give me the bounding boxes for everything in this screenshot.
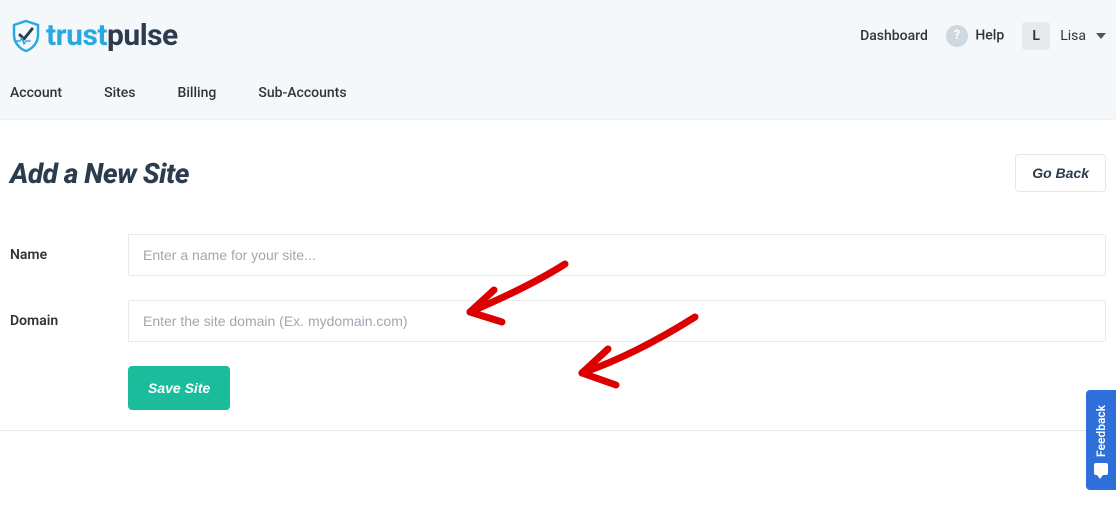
chevron-down-icon [1096, 33, 1106, 39]
dashboard-link[interactable]: Dashboard [860, 28, 928, 44]
help-icon: ? [946, 25, 968, 47]
go-back-button[interactable]: Go Back [1015, 154, 1106, 192]
shield-check-icon [10, 19, 42, 53]
domain-label: Domain [10, 313, 128, 329]
brand-name-part1: trust [46, 18, 107, 53]
user-menu[interactable]: L Lisa [1022, 22, 1106, 50]
name-label: Name [10, 247, 128, 263]
tab-billing[interactable]: Billing [178, 85, 217, 101]
tab-account[interactable]: Account [10, 85, 62, 101]
page-heading-row: Add a New Site Go Back [10, 154, 1106, 192]
app-header: trustpulse Dashboard ? Help L Lisa Accou… [0, 0, 1116, 120]
topbar: trustpulse Dashboard ? Help L Lisa [10, 0, 1106, 57]
site-domain-input[interactable] [128, 300, 1106, 342]
main-content: Add a New Site Go Back Name Domain Save … [0, 120, 1116, 431]
chat-icon [1094, 463, 1108, 475]
top-right-nav: Dashboard ? Help L Lisa [860, 22, 1106, 50]
brand-name-part2: pulse [107, 18, 178, 53]
brand-logo[interactable]: trustpulse [10, 18, 178, 53]
form-row-name: Name [10, 234, 1106, 276]
help-link[interactable]: ? Help [946, 25, 1004, 47]
feedback-tab[interactable]: Feedback [1086, 390, 1116, 490]
tab-subaccounts[interactable]: Sub-Accounts [258, 85, 346, 101]
user-avatar: L [1022, 22, 1050, 50]
help-label: Help [975, 27, 1004, 43]
user-name-label: Lisa [1060, 28, 1086, 44]
save-site-button[interactable]: Save Site [128, 366, 230, 410]
tab-bar: Account Sites Billing Sub-Accounts [10, 57, 1106, 119]
form-row-domain: Domain [10, 300, 1106, 342]
feedback-label: Feedback [1094, 405, 1108, 457]
page-title: Add a New Site [10, 157, 189, 190]
tab-sites[interactable]: Sites [104, 85, 135, 101]
site-name-input[interactable] [128, 234, 1106, 276]
